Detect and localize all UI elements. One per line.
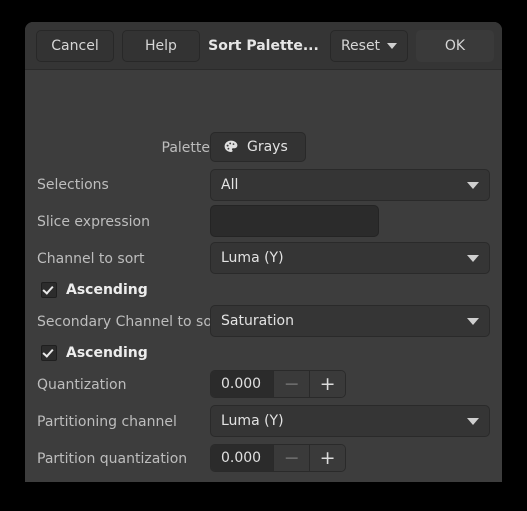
slice-expression-input[interactable]: [210, 205, 379, 237]
secondary-channel-to-sort-label: Secondary Channel to sort: [37, 314, 224, 330]
chevron-down-icon: [387, 43, 398, 49]
partition-quantization-decrement-button[interactable]: −: [273, 445, 310, 471]
slice-expression-label: Slice expression: [37, 214, 150, 230]
ok-button[interactable]: OK: [416, 30, 494, 62]
ascending-primary-label: Ascending: [66, 282, 148, 298]
chevron-down-icon: [467, 317, 479, 325]
checkmark-icon: [41, 282, 57, 298]
ascending-primary-checkbox[interactable]: Ascending: [41, 282, 148, 298]
partition-quantization-stepper[interactable]: 0.000 − +: [210, 444, 346, 472]
partition-quantization-label: Partition quantization: [37, 451, 188, 467]
checkmark-icon: [41, 345, 57, 361]
palette-icon: [224, 140, 238, 152]
palette-chooser-button[interactable]: Grays: [210, 132, 306, 162]
partitioning-channel-value: Luma (Y): [221, 413, 284, 429]
cancel-button[interactable]: Cancel: [36, 30, 114, 62]
selections-value: All: [221, 177, 239, 193]
channel-to-sort-label: Channel to sort: [37, 251, 145, 267]
quantization-increment-button[interactable]: +: [309, 371, 345, 397]
quantization-label: Quantization: [37, 377, 127, 393]
sort-palette-dialog: Sort Palette... Cancel Help Reset OK Pal…: [25, 22, 502, 482]
selections-label: Selections: [37, 177, 109, 193]
palette-label: Palette: [161, 140, 211, 156]
dialog-body: Palette Grays Selections All Slice expre…: [25, 70, 502, 482]
chevron-down-icon: [467, 181, 479, 189]
quantization-decrement-button[interactable]: −: [273, 371, 310, 397]
secondary-channel-to-sort-dropdown[interactable]: Saturation: [210, 305, 490, 337]
channel-to-sort-dropdown[interactable]: Luma (Y): [210, 242, 490, 274]
quantization-value[interactable]: 0.000: [211, 371, 274, 397]
quantization-stepper[interactable]: 0.000 − +: [210, 370, 346, 398]
palette-name: Grays: [247, 139, 288, 155]
chevron-down-icon: [467, 254, 479, 262]
selections-dropdown[interactable]: All: [210, 169, 490, 201]
partitioning-channel-dropdown[interactable]: Luma (Y): [210, 405, 490, 437]
reset-button-label: Reset: [340, 38, 381, 54]
partitioning-channel-label: Partitioning channel: [37, 414, 177, 430]
dialog-titlebar: Sort Palette... Cancel Help Reset OK: [25, 22, 502, 70]
partition-quantization-value[interactable]: 0.000: [211, 445, 274, 471]
chevron-down-icon: [467, 417, 479, 425]
ascending-secondary-checkbox[interactable]: Ascending: [41, 345, 148, 361]
ascending-secondary-label: Ascending: [66, 345, 148, 361]
secondary-channel-to-sort-value: Saturation: [221, 313, 294, 329]
channel-to-sort-value: Luma (Y): [221, 250, 284, 266]
partition-quantization-increment-button[interactable]: +: [309, 445, 345, 471]
help-button[interactable]: Help: [122, 30, 200, 62]
reset-button[interactable]: Reset: [330, 30, 408, 62]
